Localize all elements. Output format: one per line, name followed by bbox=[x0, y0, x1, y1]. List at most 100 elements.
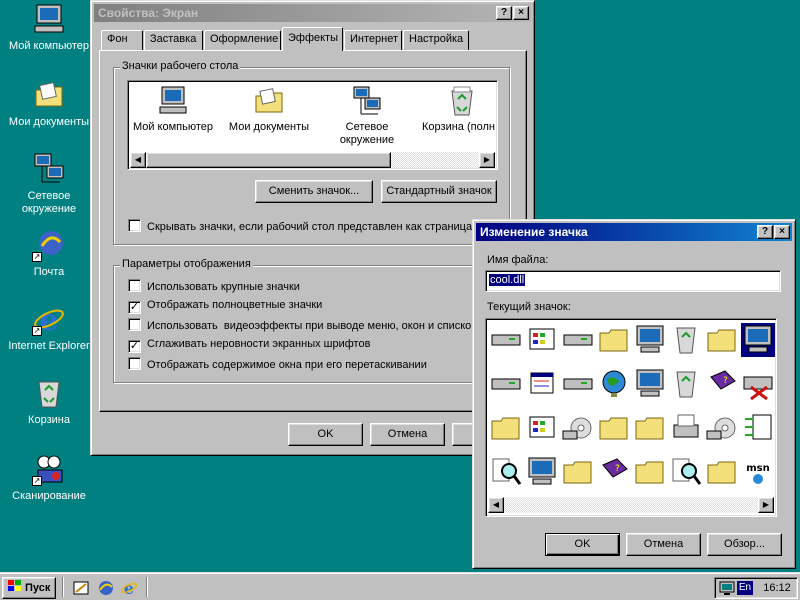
close-button[interactable]: × bbox=[774, 225, 790, 239]
monitor-icon[interactable] bbox=[525, 455, 561, 489]
checkbox-box[interactable] bbox=[128, 357, 141, 370]
desktop-icon-network[interactable]: Сетевое окружение bbox=[4, 152, 94, 216]
checkbox-box[interactable] bbox=[128, 318, 141, 331]
scrollbar-track[interactable] bbox=[504, 497, 758, 513]
globe-icon[interactable] bbox=[597, 367, 633, 401]
desktop-icon-my-computer[interactable]: Мой компьютер bbox=[4, 2, 94, 53]
list-item[interactable]: Мои документы bbox=[226, 83, 312, 153]
drive-icon[interactable] bbox=[489, 323, 525, 357]
window-list-icon[interactable] bbox=[525, 367, 561, 401]
file-name-field[interactable]: cool.dll bbox=[485, 270, 781, 292]
cancel-button[interactable]: Отмена bbox=[626, 533, 701, 556]
scroll-right-button[interactable]: ▶ bbox=[758, 497, 774, 513]
desktop-icon-my-documents[interactable]: Мои документы bbox=[4, 78, 94, 129]
change-icon-titlebar[interactable]: Изменение значка ? × bbox=[476, 223, 792, 241]
find-document-icon[interactable] bbox=[489, 455, 525, 489]
scanner-folder-icon[interactable] bbox=[633, 455, 669, 489]
scroll-left-button[interactable]: ◀ bbox=[130, 152, 146, 168]
close-button[interactable]: × bbox=[513, 6, 529, 20]
scroll-right-button[interactable]: ▶ bbox=[479, 152, 495, 168]
drive-icon[interactable] bbox=[489, 367, 525, 401]
file-name-label: Имя файла: bbox=[487, 254, 549, 266]
shortcut-arrow-icon: ↗ bbox=[32, 326, 42, 336]
checkbox-box[interactable]: ✓ bbox=[128, 340, 141, 353]
large-icons-checkbox[interactable]: Использовать крупные значки bbox=[128, 279, 300, 295]
audio-cd-icon[interactable] bbox=[705, 411, 741, 445]
scrollbar-thumb[interactable] bbox=[146, 152, 391, 168]
tab-appearance[interactable]: Оформление bbox=[204, 30, 281, 50]
folder-icon[interactable] bbox=[561, 455, 597, 489]
desktop-icon-scanner[interactable]: ↗ Сканирование bbox=[4, 452, 94, 503]
tab-settings[interactable]: Настройка bbox=[403, 30, 469, 50]
show-window-contents-checkbox[interactable]: Отображать содержимое окна при его перет… bbox=[128, 357, 427, 373]
network-neighborhood-icon bbox=[351, 85, 383, 117]
tab-effects[interactable]: Эффекты bbox=[282, 27, 343, 51]
ok-button[interactable]: OK bbox=[288, 423, 363, 446]
start-button[interactable]: Пуск bbox=[2, 577, 56, 599]
floppy-drive-icon[interactable] bbox=[561, 367, 597, 401]
search-icon[interactable] bbox=[669, 455, 705, 489]
printers-folder-icon[interactable] bbox=[705, 455, 741, 489]
folder-icon[interactable] bbox=[633, 411, 669, 445]
tab-screensaver[interactable]: Заставка bbox=[144, 30, 203, 50]
desktop-icon-recycle-bin[interactable]: Корзина bbox=[4, 376, 94, 427]
visual-effects-checkbox[interactable]: Использовать видеоэффекты при выводе мен… bbox=[128, 318, 476, 334]
checkbox-box[interactable] bbox=[128, 279, 141, 292]
tab-background[interactable]: Фон bbox=[101, 30, 143, 50]
browse-button[interactable]: Обзор... bbox=[707, 533, 782, 556]
list-item[interactable]: Сетевое окружение bbox=[324, 83, 410, 153]
outlook-icon[interactable] bbox=[96, 579, 114, 597]
quick-launch-separator bbox=[146, 577, 148, 597]
network-wire-icon[interactable] bbox=[741, 411, 776, 445]
list-item[interactable]: Корзина (полн bbox=[418, 83, 496, 153]
recycle-bin-icon bbox=[32, 376, 66, 410]
default-icon-button[interactable]: Стандартный значок bbox=[381, 180, 497, 203]
folder-apps-icon[interactable] bbox=[705, 323, 741, 357]
network-folder-icon[interactable] bbox=[597, 323, 633, 357]
internet-explorer-icon[interactable]: e bbox=[120, 579, 138, 598]
list-item[interactable]: Мой компьютер bbox=[130, 83, 216, 153]
scrollbar-track[interactable] bbox=[146, 152, 479, 168]
smooth-fonts-checkbox[interactable]: ✓ Сглаживать неровности экранных шрифтов bbox=[128, 337, 370, 353]
recycle-bin-icon[interactable] bbox=[669, 323, 705, 357]
network-computers-icon[interactable] bbox=[633, 367, 669, 401]
clock[interactable]: 16:12 bbox=[759, 581, 795, 595]
display-settings-icon[interactable] bbox=[719, 580, 735, 596]
checkbox-label: Использовать видеоэффекты при выводе мен… bbox=[147, 320, 472, 332]
help-book-icon[interactable]: ? bbox=[597, 455, 633, 489]
icon-grid[interactable]: ?? msn ◀ ▶ bbox=[485, 318, 777, 517]
cancel-button[interactable]: Отмена bbox=[370, 423, 445, 446]
recycle-bin-full-icon[interactable] bbox=[669, 367, 705, 401]
full-color-icons-checkbox[interactable]: ✓ Отображать полноцветные значки bbox=[128, 298, 322, 314]
help-book-icon[interactable]: ? bbox=[705, 367, 741, 401]
settings-icon[interactable] bbox=[525, 411, 561, 445]
hide-icons-checkbox[interactable]: Скрывать значки, если рабочий стол предс… bbox=[128, 219, 472, 235]
disconnected-drive-icon[interactable] bbox=[741, 367, 776, 401]
desktop-icons-list[interactable]: Мой компьютер Мои документы Сетевое окру… bbox=[127, 80, 498, 170]
desktop-icon-label: Корзина bbox=[28, 414, 70, 426]
checkbox-box[interactable] bbox=[128, 219, 141, 232]
control-panel-icon[interactable] bbox=[525, 323, 561, 357]
tab-internet[interactable]: Интернет bbox=[344, 30, 402, 50]
change-icon-button[interactable]: Сменить значок... bbox=[255, 180, 373, 203]
open-folder-icon[interactable] bbox=[489, 411, 525, 445]
cd-drive-icon[interactable] bbox=[561, 411, 597, 445]
desktop-icon-mail[interactable]: ↗ Почта bbox=[4, 228, 94, 279]
computer-icon[interactable] bbox=[633, 323, 669, 357]
current-icon-label: Текущий значок: bbox=[487, 301, 571, 313]
checkbox-box[interactable]: ✓ bbox=[128, 301, 141, 314]
help-button[interactable]: ? bbox=[757, 225, 773, 239]
ok-button[interactable]: OK bbox=[545, 533, 620, 556]
fonts-folder-icon[interactable] bbox=[597, 411, 633, 445]
printer-icon[interactable] bbox=[669, 411, 705, 445]
my-computer-icon bbox=[157, 85, 189, 117]
hard-drive-icon[interactable] bbox=[561, 323, 597, 357]
monitor-selected-icon[interactable] bbox=[741, 323, 776, 357]
show-desktop-icon[interactable] bbox=[72, 579, 90, 597]
scroll-left-button[interactable]: ◀ bbox=[488, 497, 504, 513]
desktop-icon-internet-explorer[interactable]: e ↗ Internet Explorer bbox=[4, 302, 94, 353]
msn-icon[interactable]: msn bbox=[741, 455, 776, 489]
language-indicator[interactable]: En bbox=[737, 581, 753, 595]
help-button[interactable]: ? bbox=[496, 6, 512, 20]
display-properties-titlebar[interactable]: Свойства: Экран ? × bbox=[94, 4, 531, 22]
